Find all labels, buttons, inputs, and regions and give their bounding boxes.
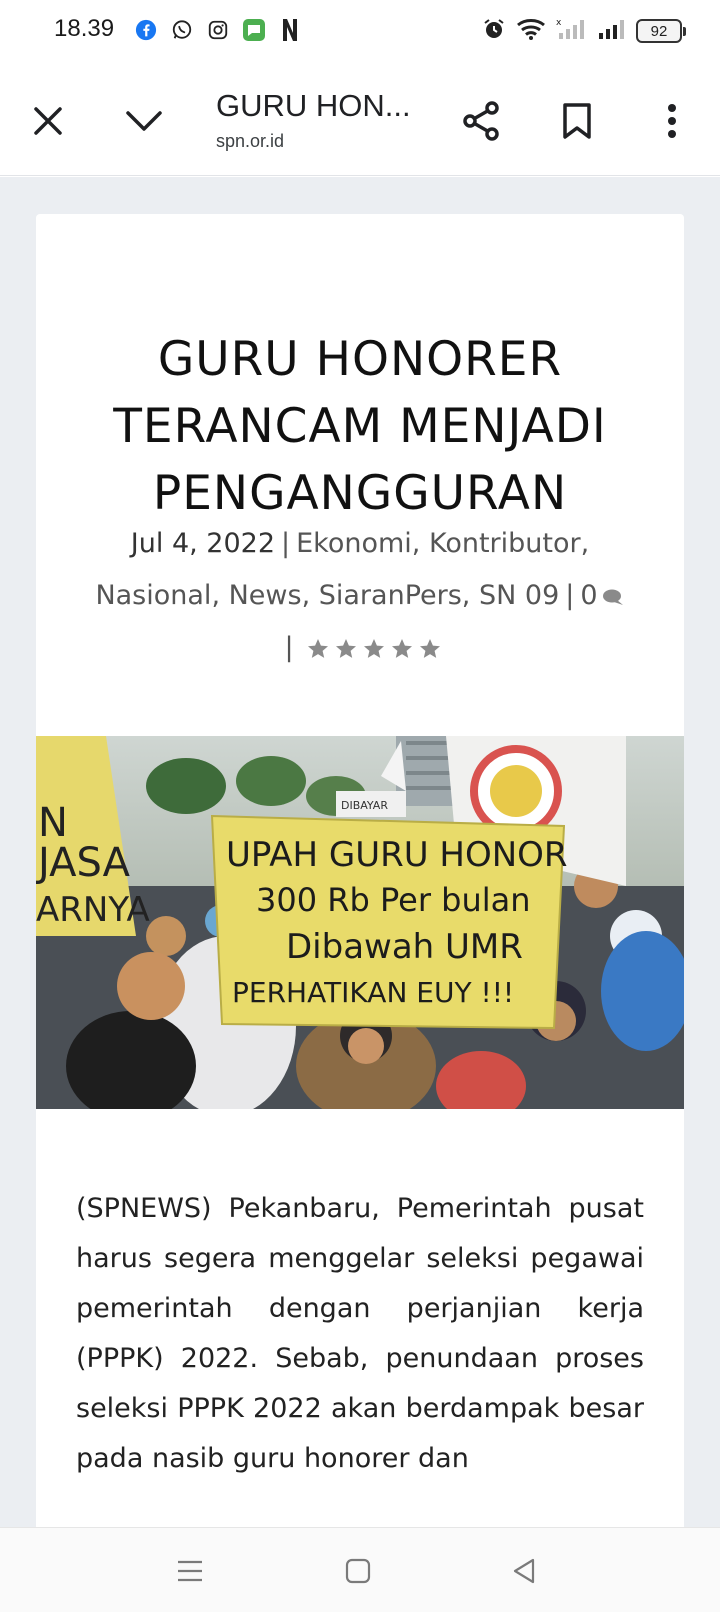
star-rating	[306, 637, 442, 661]
battery-indicator: 92	[636, 19, 686, 43]
chevron-down-icon	[126, 111, 162, 131]
system-navigation-bar	[0, 1527, 720, 1612]
home-button[interactable]	[333, 1548, 383, 1594]
status-bar: 18.39 x 92	[0, 0, 720, 66]
star-icon[interactable]	[390, 637, 414, 661]
home-square-icon	[345, 1558, 371, 1584]
status-time: 18.39	[54, 15, 115, 42]
article-body: (SPNEWS) Pekanbaru, Pemerintah pusat har…	[76, 1193, 644, 1474]
sign-line-1: UPAH GURU HONOR	[226, 835, 568, 875]
facebook-icon	[134, 18, 158, 42]
recent-apps-button[interactable]	[165, 1548, 215, 1594]
category-link-sn09[interactable]: SN 09	[479, 580, 559, 611]
star-icon[interactable]	[334, 637, 358, 661]
back-button[interactable]	[499, 1548, 549, 1594]
page-domain: spn.or.id	[216, 131, 285, 151]
svg-text:x: x	[556, 18, 562, 28]
hero-image: N JASA ARNYA DIBAYAR UPAH GURU HONOR 300…	[36, 736, 684, 1109]
sign-line-4: PERHATIKAN EUY !!!	[232, 976, 514, 1009]
more-options-button[interactable]	[642, 91, 702, 151]
signal-icon-1: x	[556, 17, 586, 45]
share-button[interactable]	[451, 91, 511, 151]
article-headline: GURU HONORER TERANCAM MENJADI PENGANGGUR…	[36, 326, 684, 527]
category-link-ekonomi[interactable]: Ekonomi	[296, 528, 412, 559]
notification-icons	[134, 18, 302, 42]
alarm-icon	[482, 17, 506, 45]
menu-icon	[178, 1560, 202, 1582]
post-date: Jul 4, 2022	[130, 528, 275, 559]
star-icon[interactable]	[306, 637, 330, 661]
more-vert-icon	[668, 104, 676, 138]
page-title: GURU HON...	[216, 88, 411, 123]
article-card: GURU HONORER TERANCAM MENJADI PENGANGGUR…	[36, 214, 684, 1527]
small-sign-text: DIBAYAR	[341, 799, 388, 812]
share-icon	[463, 101, 499, 141]
whatsapp-icon	[170, 18, 194, 42]
browser-toolbar: GURU HON... spn.or.id	[0, 66, 720, 176]
headline-line-3: PENGANGGURAN	[152, 466, 568, 521]
star-icon[interactable]	[362, 637, 386, 661]
chat-app-icon	[242, 18, 266, 42]
signal-icon-2	[596, 17, 626, 45]
comment-icon	[602, 589, 623, 605]
close-icon	[34, 107, 62, 135]
category-link-nasional[interactable]: Nasional	[95, 580, 211, 611]
back-triangle-icon	[513, 1558, 535, 1584]
category-link-kontributor[interactable]: Kontributor	[429, 528, 581, 559]
category-link-news[interactable]: News	[229, 580, 302, 611]
netflix-icon	[278, 18, 302, 42]
left-sign-line-2: JASA	[36, 840, 131, 886]
sign-line-2: 300 Rb Per bulan	[256, 881, 531, 919]
left-sign-line-3: ARNYA	[36, 890, 150, 930]
page-content: GURU HONORER TERANCAM MENJADI PENGANGGUR…	[0, 177, 720, 1527]
collapse-button[interactable]	[114, 91, 174, 151]
bookmark-button[interactable]	[547, 91, 607, 151]
star-icon[interactable]	[418, 637, 442, 661]
wifi-icon	[516, 17, 546, 45]
comments-link[interactable]: 0	[580, 580, 624, 611]
instagram-icon	[206, 18, 230, 42]
category-link-siaranpers[interactable]: SiaranPers	[319, 580, 462, 611]
sign-line-3: Dibawah UMR	[286, 927, 523, 967]
system-icons: x 92	[482, 17, 686, 45]
headline-line-2: TERANCAM MENJADI	[113, 399, 607, 454]
comment-count: 0	[580, 580, 598, 611]
bookmark-icon	[563, 103, 591, 139]
article-meta: Jul 4, 2022 | Ekonomi, Kontributor, Nasion…	[76, 518, 644, 674]
headline-line-1: GURU HONORER	[157, 332, 563, 387]
close-button[interactable]	[18, 91, 78, 151]
